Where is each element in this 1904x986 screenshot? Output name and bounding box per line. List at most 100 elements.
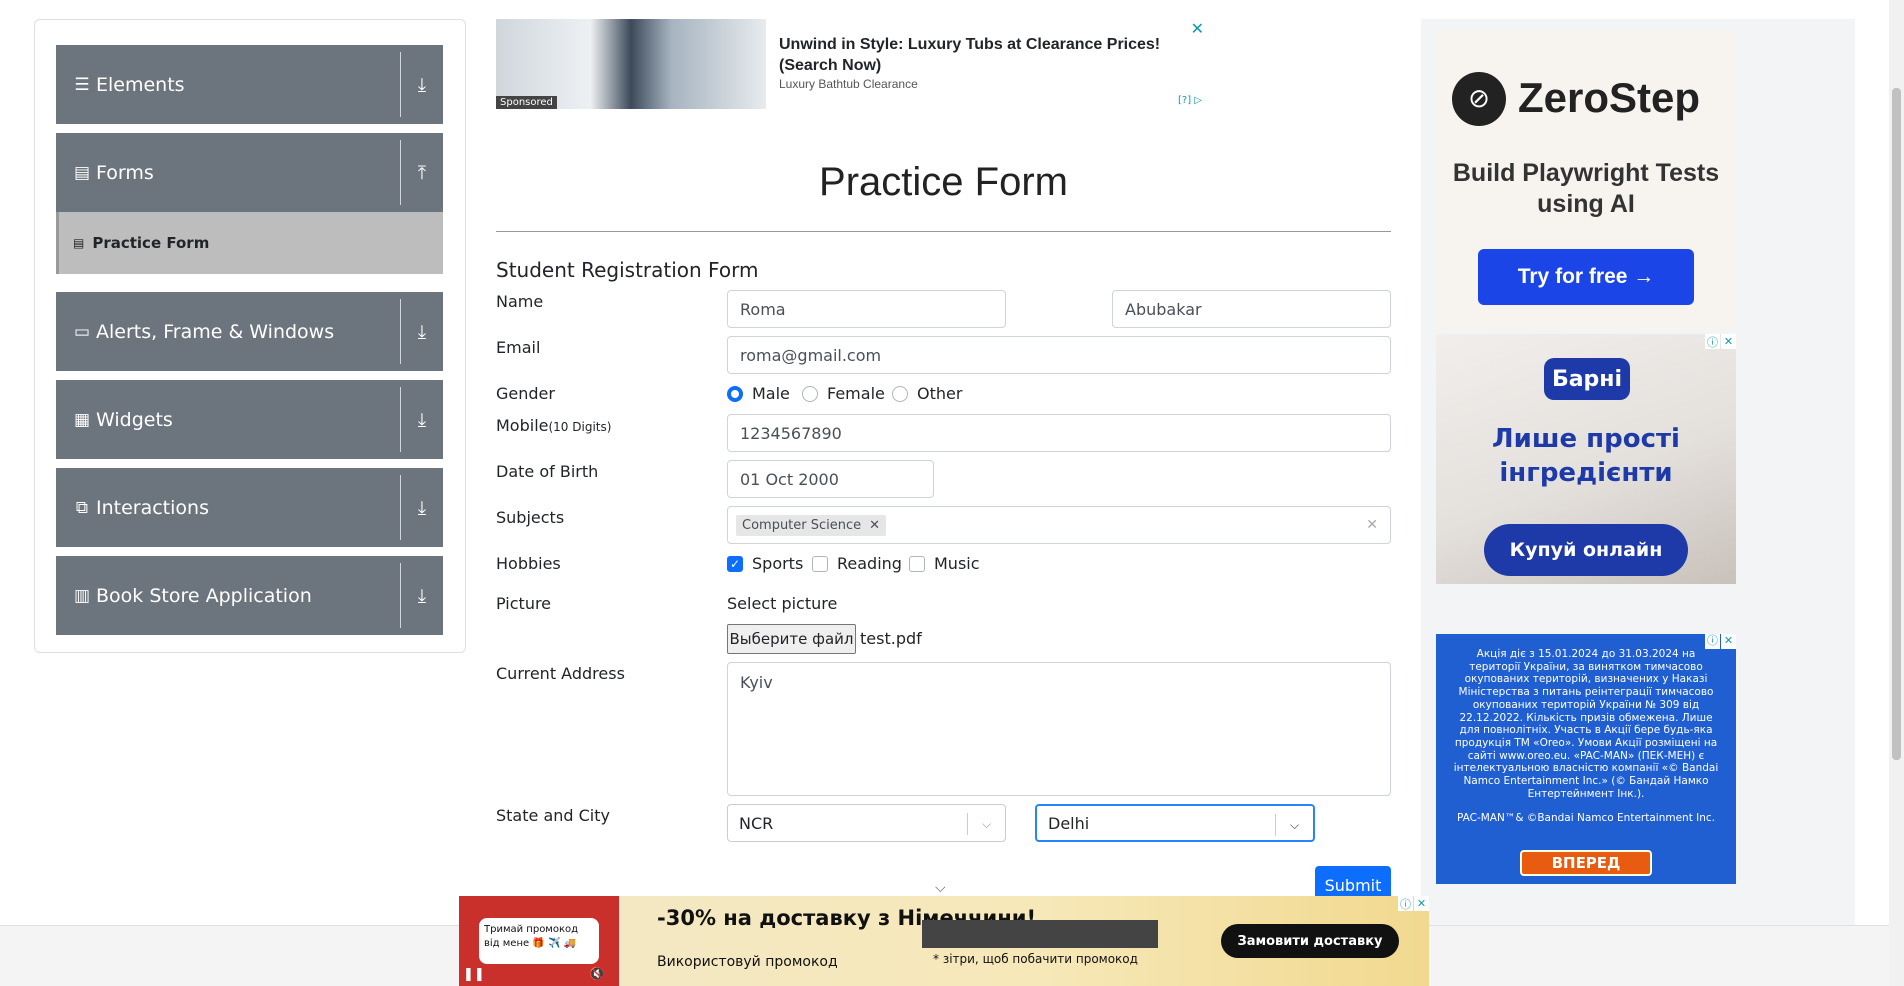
grid-icon: ▦ xyxy=(73,409,91,430)
hobby-reading-checkbox[interactable]: Reading xyxy=(812,554,902,573)
ad-info-icon[interactable]: ⓘ xyxy=(1705,334,1720,349)
sponsored-label: Sponsored xyxy=(496,96,557,109)
sidebar-item-practice-form[interactable]: ▤ Practice Form xyxy=(56,212,443,274)
barni-ad[interactable]: Барні Лише прості інгредієнти Купуй онла… xyxy=(1436,334,1736,584)
top-ad-banner[interactable]: Sponsored Unwind in Style: Luxury Tubs a… xyxy=(496,19,1224,109)
city-select[interactable]: Delhi ⌵ xyxy=(1035,804,1315,842)
close-icon[interactable]: ✕ xyxy=(1721,634,1736,649)
file-name: test.pdf xyxy=(860,629,922,648)
divider xyxy=(400,52,401,117)
chevron-down-icon: ⌵ xyxy=(935,880,946,896)
radio-label: Other xyxy=(917,384,963,403)
document-icon: ▤ xyxy=(73,162,91,183)
sidebar-group-widgets[interactable]: ▦ Widgets ⤓ xyxy=(56,380,443,459)
try-for-free-button[interactable]: Try for free → xyxy=(1478,249,1694,305)
close-icon[interactable]: ✕ xyxy=(1721,334,1736,349)
zerostep-ad[interactable]: ⊘ ZeroStep Build Playwright Tests using … xyxy=(1436,30,1736,330)
pause-icon[interactable]: ❚❚ xyxy=(463,967,485,982)
ad-footer: PAC-MAN™& ©Bandai Namco Entertainment In… xyxy=(1456,812,1716,825)
sidebar-group-forms[interactable]: ▤ Forms ⤒ xyxy=(56,133,443,212)
choose-file-button[interactable]: Выберите файл xyxy=(727,624,856,654)
radio-label: Male xyxy=(752,384,790,403)
footer-band xyxy=(1429,925,1889,986)
buy-online-button[interactable]: Купуй онлайн xyxy=(1484,524,1688,576)
gender-male-radio[interactable]: Male xyxy=(727,384,790,403)
ad-image: Тримай промокод від мене 🎁 ✈️ 🚚 ❚❚ 🔇 xyxy=(459,896,619,986)
chevron-down-icon: ⌵ xyxy=(967,813,1005,835)
collapse-icon: ⤒ xyxy=(417,161,427,184)
hobbies-label: Hobbies xyxy=(496,554,561,573)
email-label: Email xyxy=(496,338,541,357)
expand-icon: ⤓ xyxy=(417,584,427,607)
ad-bubble: Тримай промокод від мене 🎁 ✈️ 🚚 xyxy=(479,918,599,964)
email-input[interactable]: roma@gmail.com xyxy=(727,336,1391,374)
mobile-label: Mobile(10 Digits) xyxy=(496,416,612,435)
interaction-icon: ⧉ xyxy=(75,497,89,518)
scrollbar-thumb[interactable] xyxy=(1892,88,1901,760)
gender-label: Gender xyxy=(496,384,555,403)
ad-image: Sponsored xyxy=(496,19,766,109)
forward-button[interactable]: ВПЕРЕД xyxy=(1520,850,1652,876)
scratch-code[interactable] xyxy=(922,920,1158,948)
sidebar-group-interactions[interactable]: ⧉ Interactions ⤓ xyxy=(56,468,443,547)
sidebar: ☰ Elements ⤓ ▤ Forms ⤒ ▤ Practice Form ▭… xyxy=(34,19,466,653)
divider xyxy=(400,563,401,628)
state-select[interactable]: NCR ⌵ xyxy=(727,804,1006,842)
order-delivery-button[interactable]: Замовити доставку xyxy=(1221,924,1399,958)
form-icon: ▤ xyxy=(73,236,85,250)
ad-headline[interactable]: Unwind in Style: Luxury Tubs at Clearanc… xyxy=(779,34,1199,76)
close-icon[interactable]: ✕ xyxy=(1414,896,1429,911)
state-city-label: State and City xyxy=(496,806,610,825)
divider xyxy=(400,140,401,205)
gender-other-radio[interactable]: Other xyxy=(892,384,962,403)
subject-chip: Computer Science ✕ xyxy=(736,514,887,536)
mute-icon[interactable]: 🔇 xyxy=(589,967,605,982)
selected-value: Delhi xyxy=(1048,813,1090,833)
bottom-ad-banner[interactable]: Тримай промокод від мене 🎁 ✈️ 🚚 ❚❚ 🔇 -30… xyxy=(459,896,1429,986)
hobby-sports-checkbox[interactable]: ✓ Sports xyxy=(727,554,803,573)
footer-band xyxy=(0,925,459,986)
oreo-ad[interactable]: Акція діє з 15.01.2024 до 31.03.2024 на … xyxy=(1436,634,1736,884)
ad-info-icon[interactable]: ⓘ xyxy=(1705,634,1720,649)
first-name-input[interactable]: Roma xyxy=(727,290,1006,328)
form-title: Student Registration Form xyxy=(496,258,759,282)
subjects-input[interactable]: Computer Science ✕ ✕ xyxy=(727,506,1391,544)
sidebar-group-label: Book Store Application xyxy=(96,584,312,607)
sidebar-group-alerts[interactable]: ▭ Alerts, Frame & Windows ⤓ xyxy=(56,292,443,371)
chevron-down-icon: ⌵ xyxy=(1275,814,1313,836)
radio-dot xyxy=(892,385,908,402)
clear-icon[interactable]: ✕ xyxy=(1366,517,1378,533)
last-name-input[interactable]: Abubakar xyxy=(1112,290,1391,328)
expand-icon: ⤓ xyxy=(417,408,427,431)
sidebar-group-elements[interactable]: ☰ Elements ⤓ xyxy=(56,45,443,124)
radio-label: Female xyxy=(827,384,885,403)
ad-tagline: Build Playwright Tests using AI xyxy=(1452,159,1720,218)
ad-info-icon[interactable]: ⓘ xyxy=(1398,896,1413,911)
sidebar-group-label: Widgets xyxy=(96,408,173,431)
subjects-label: Subjects xyxy=(496,508,565,527)
current-address-textarea[interactable]: Kyiv xyxy=(727,662,1391,796)
checkbox-label: Sports xyxy=(752,554,804,573)
address-label: Current Address xyxy=(496,664,625,683)
divider xyxy=(400,387,401,452)
sidebar-group-label: Forms xyxy=(96,161,154,184)
gender-female-radio[interactable]: Female xyxy=(802,384,885,403)
expand-icon: ⤓ xyxy=(417,496,427,519)
hobby-music-checkbox[interactable]: Music xyxy=(909,554,980,573)
close-icon[interactable]: ✕ xyxy=(1191,19,1204,38)
ad-text: Лише прості інгредієнти xyxy=(1492,424,1680,488)
ad-source: Luxury Bathtub Clearance xyxy=(779,77,918,91)
books-icon: ▥ xyxy=(73,585,91,606)
dob-label: Date of Birth xyxy=(496,462,599,481)
date-of-birth-input[interactable]: 01 Oct 2000 xyxy=(727,460,934,498)
sidebar-group-bookstore[interactable]: ▥ Book Store Application ⤓ xyxy=(56,556,443,635)
divider xyxy=(400,299,401,364)
ad-text: Акція діє з 15.01.2024 до 31.03.2024 на … xyxy=(1453,648,1719,800)
mobile-input[interactable]: 1234567890 xyxy=(727,414,1391,452)
checkbox-box: ✓ xyxy=(727,555,743,572)
ad-info-icon[interactable]: [?] ▷ xyxy=(1178,95,1202,106)
hamburger-icon: ☰ xyxy=(74,74,90,95)
scrollbar[interactable] xyxy=(1889,0,1904,986)
remove-chip-icon[interactable]: ✕ xyxy=(869,518,880,533)
ad-hint: * зітри, щоб побачити промокод xyxy=(933,952,1138,966)
